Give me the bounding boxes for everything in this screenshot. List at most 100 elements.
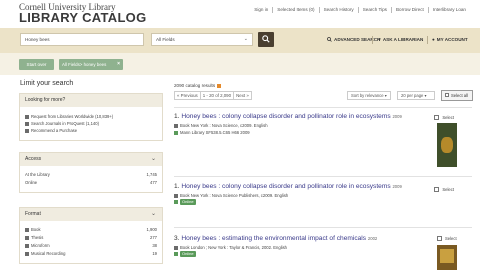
user-icon: ● — [432, 37, 435, 42]
my-account-link[interactable]: ● MY ACCOUNT — [432, 37, 468, 42]
divider — [174, 227, 472, 228]
search-field-value: All Fields — [156, 37, 175, 42]
facet-row-thesis[interactable]: Thesis 277 — [25, 234, 157, 242]
ask-librarian-label: ASK A LIBRARIAN — [382, 37, 424, 42]
result-select[interactable]: Select — [434, 115, 454, 120]
search-icon — [327, 37, 332, 42]
recommend-purchase-link[interactable]: Recommend a Purchase — [25, 127, 157, 134]
chevron-down-icon: ⌄ — [150, 156, 156, 162]
topnav-selected-items[interactable]: Selected Items (0) — [272, 7, 318, 13]
check-icon — [174, 130, 178, 135]
divider — [427, 36, 428, 44]
book-cover-thumbnail[interactable] — [437, 245, 457, 270]
previous-page[interactable]: « Previous — [174, 91, 201, 100]
result-title: Honey bees : colony collapse disorder an… — [181, 113, 391, 120]
ask-librarian-link[interactable]: ? ASK A LIBRARIAN — [378, 37, 423, 42]
logo-catalog[interactable]: LIBRARY CATALOG — [19, 10, 147, 25]
cover-art — [440, 249, 454, 263]
close-icon[interactable]: × — [117, 59, 120, 70]
request-worldwide-link[interactable]: Request from Libraries Worldwide (10,839… — [25, 113, 157, 120]
result-year: 2002 — [367, 236, 378, 241]
format-facet-heading: Format — [25, 211, 41, 217]
result-pub-info: Book London ; New York : Taylor & Franci… — [180, 245, 287, 250]
facet-label: Book — [31, 227, 41, 232]
facet-count: 19 — [152, 251, 157, 256]
facet-count: 1,900 — [146, 227, 157, 232]
result-pub-info: Book New York : Nova Science, c2009. Eng… — [180, 123, 268, 128]
topnav-search-tips[interactable]: Search Tips — [357, 7, 391, 13]
topnav-sign-in[interactable]: Sign in — [250, 7, 272, 13]
search-journals-label: Search Journals in ProQuest (1,140) — [31, 121, 99, 126]
result-pub-info: Book New York : Nova Science Publishers,… — [180, 193, 289, 198]
result-select[interactable]: Select — [437, 236, 457, 241]
access-facet: Access ⌄ At the Library 1,745 Online 477 — [19, 152, 163, 193]
next-page[interactable]: Next » — [233, 91, 252, 100]
book-cover-thumbnail[interactable] — [437, 123, 457, 167]
result-select-checkbox[interactable] — [437, 236, 442, 241]
result-title-link[interactable]: 1. Honey bees : colony collapse disorder… — [174, 183, 472, 190]
select-all-button[interactable]: Select all — [441, 90, 473, 101]
topnav-interlibrary-loan[interactable]: Interlibrary Loan — [427, 7, 470, 13]
facet-label: At the Library — [25, 172, 50, 177]
constraints-bar: Start over All Fields> honey bees × — [0, 53, 480, 75]
check-icon — [174, 200, 178, 204]
bee-image — [441, 137, 453, 153]
check-icon — [174, 252, 178, 256]
my-account-label: MY ACCOUNT — [436, 37, 468, 42]
select-all-label: Select all — [451, 93, 468, 98]
sort-select[interactable]: Sort by relevance ▾ — [347, 91, 391, 100]
facet-row-at-library[interactable]: At the Library 1,745 — [25, 171, 157, 179]
search-input[interactable]: Honey bees — [20, 33, 144, 46]
book-icon — [174, 123, 178, 128]
facet-count: 277 — [150, 235, 157, 240]
search-field-select[interactable]: All Fields ⌄ — [151, 33, 253, 46]
topnav-borrow-direct[interactable]: Borrow Direct — [390, 7, 428, 13]
result-title-link[interactable]: 3. Honey bees : estimating the environme… — [174, 235, 472, 242]
result-title: Honey bees : estimating the environmenta… — [181, 235, 367, 242]
facet-row-microform[interactable]: Microform 38 — [25, 242, 157, 250]
recommend-purchase-label: Recommend a Purchase — [31, 128, 78, 133]
result-number: 1. — [174, 183, 180, 190]
per-page-select[interactable]: 20 per page ▾ — [397, 91, 435, 100]
looking-for-more-panel: Looking for more? Request from Libraries… — [19, 93, 163, 141]
result-title-link[interactable]: 1. Honey bees : colony collapse disorder… — [174, 113, 472, 120]
facet-row-online[interactable]: Online 477 — [25, 179, 157, 187]
divider — [174, 107, 472, 108]
result-number: 3. — [174, 235, 180, 242]
request-worldwide-label: Request from Libraries Worldwide (10,839… — [31, 114, 114, 119]
book-icon — [174, 193, 178, 198]
result-select-label: Select — [445, 236, 457, 241]
result-select-label: Select — [442, 115, 454, 120]
divider — [372, 36, 373, 44]
thesis-icon — [25, 236, 29, 240]
facet-row-book[interactable]: Book 1,900 — [25, 226, 157, 234]
format-facet-toggle[interactable]: Format ⌄ — [20, 208, 162, 221]
result-year: 2009 — [392, 114, 402, 119]
online-badge[interactable]: Online — [180, 199, 196, 205]
result-select-checkbox[interactable] — [434, 187, 440, 192]
access-facet-heading: Access — [25, 156, 42, 162]
constraint-chip[interactable]: All Fields> honey bees × — [59, 59, 123, 70]
start-over-button[interactable]: Start over — [19, 59, 54, 70]
book-icon — [25, 228, 29, 232]
topnav-search-history[interactable]: Search History — [318, 7, 358, 13]
link-icon — [25, 121, 29, 126]
page-range: 1 - 20 of 2,090 — [199, 91, 235, 100]
rss-icon[interactable] — [217, 83, 222, 88]
search-journals-link[interactable]: Search Journals in ProQuest (1,140) — [25, 120, 157, 127]
result-select[interactable]: Select — [434, 187, 454, 192]
result-title: Honey bees : colony collapse disorder an… — [181, 183, 391, 190]
select-all-checkbox[interactable] — [445, 93, 449, 97]
access-facet-toggle[interactable]: Access ⌄ — [20, 153, 162, 166]
link-icon — [25, 128, 29, 133]
result-select-checkbox[interactable] — [434, 115, 440, 120]
pagination: « Previous 1 - 20 of 2,090 Next » — [174, 91, 252, 100]
facet-count: 38 — [152, 243, 157, 248]
online-badge[interactable]: Online — [180, 251, 196, 257]
facet-row-musical-recording[interactable]: Musical Recording 19 — [25, 250, 157, 258]
divider — [174, 176, 472, 177]
facet-count: 477 — [150, 180, 157, 185]
facet-count: 1,745 — [146, 172, 157, 177]
search-button[interactable] — [258, 32, 274, 47]
result-select-label: Select — [442, 187, 454, 192]
